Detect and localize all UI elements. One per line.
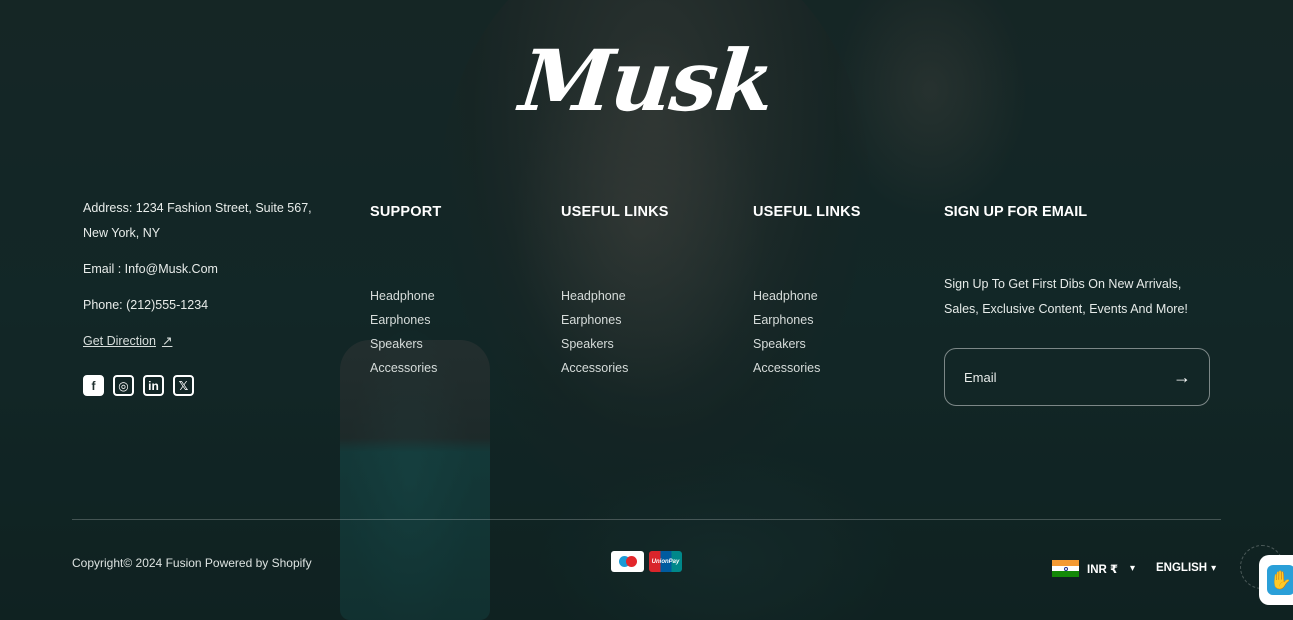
copyright-text: Copyright© 2024 Fusion Powered by Shopif… xyxy=(72,556,312,570)
email-input[interactable] xyxy=(964,369,1164,385)
social-links: f ◎ in 𝕏 xyxy=(83,375,194,396)
column-title: USEFUL LINKS xyxy=(561,204,669,220)
facebook-icon[interactable]: f xyxy=(83,375,104,396)
currency-label: INR ₹ xyxy=(1087,563,1119,576)
brand-logo[interactable]: Musk xyxy=(514,25,779,135)
contact-info: Address: 1234 Fashion Street, Suite 567,… xyxy=(83,196,333,354)
language-selector[interactable]: ENGLISH ▾ xyxy=(1156,562,1216,574)
footer-column-useful-links-1: USEFUL LINKS Headphone Earphones Speaker… xyxy=(561,204,669,386)
footer-divider xyxy=(72,519,1221,520)
currency-selector[interactable]: INR ₹ ▾ xyxy=(1052,560,1136,578)
footer-link[interactable]: Accessories xyxy=(753,350,861,386)
footer-link[interactable]: Accessories xyxy=(561,350,669,386)
india-flag-icon xyxy=(1052,560,1079,578)
maestro-icon xyxy=(611,551,644,572)
arrow-up-right-icon: ↗ xyxy=(161,334,173,348)
footer-link[interactable]: Accessories xyxy=(370,350,442,386)
column-title: SUPPORT xyxy=(370,204,442,220)
unionpay-icon: UnionPay xyxy=(649,551,682,572)
x-twitter-icon[interactable]: 𝕏 xyxy=(173,375,194,396)
language-label: ENGLISH xyxy=(1156,562,1208,574)
accessibility-icon: ✋ xyxy=(1267,565,1293,595)
signup-title: SIGN UP FOR EMAIL xyxy=(944,204,1088,220)
signup-description: Sign Up To Get First Dibs On New Arrival… xyxy=(944,277,1188,316)
chevron-down-icon: ▾ xyxy=(1130,563,1136,574)
contact-email[interactable]: Email : Info@Musk.Com xyxy=(83,257,333,282)
column-title: USEFUL LINKS xyxy=(753,204,861,220)
contact-address: Address: 1234 Fashion Street, Suite 567,… xyxy=(83,201,312,240)
footer: Musk Address: 1234 Fashion Street, Suite… xyxy=(0,0,1293,620)
contact-phone[interactable]: Phone: (212)555-1234 xyxy=(83,293,333,318)
payment-methods: UnionPay xyxy=(611,551,682,572)
chevron-down-icon: ▾ xyxy=(1211,562,1217,574)
instagram-icon[interactable]: ◎ xyxy=(113,375,134,396)
arrow-right-icon[interactable]: → xyxy=(1173,367,1191,388)
footer-column-support: SUPPORT Headphone Earphones Speakers Acc… xyxy=(370,204,442,386)
accessibility-button[interactable]: ✋ xyxy=(1259,555,1293,605)
get-direction-link[interactable]: Get Direction ↗ xyxy=(83,329,172,354)
email-signup: SIGN UP FOR EMAIL Sign Up To Get First D… xyxy=(944,204,1214,406)
footer-column-useful-links-2: USEFUL LINKS Headphone Earphones Speaker… xyxy=(753,204,861,386)
linkedin-icon[interactable]: in xyxy=(143,375,164,396)
email-form: → xyxy=(944,348,1210,406)
